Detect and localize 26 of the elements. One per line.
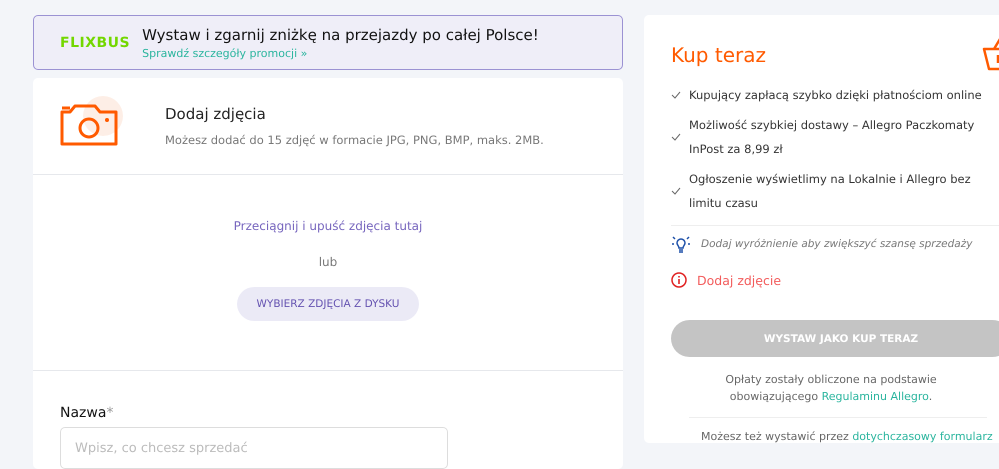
or-text: lub xyxy=(318,255,338,269)
fees-note: Opłaty zostały obliczone na podstawie obowiązującego Regulaminu Allegro. xyxy=(724,372,938,406)
alert-icon xyxy=(671,272,687,288)
old-form-link[interactable]: dotychczasowy formularz xyxy=(852,430,993,443)
choose-files-button[interactable]: WYBIERZ ZDJĘCIA Z DYSKU xyxy=(236,287,420,321)
tip-text: Dodaj wyróżnienie aby zwiększyć szansę sprzedaży xyxy=(701,238,972,250)
photos-title: Dodaj zdjęcia xyxy=(165,105,267,123)
benefit-text: Ogłoszenie wyświetlimy na Lokalnie i Allegro bez limitu czasu xyxy=(689,171,972,212)
name-input[interactable]: Wpisz, co chcesz sprzedać xyxy=(60,427,448,469)
error-text: Dodaj zdjęcie xyxy=(697,272,782,288)
check-icon xyxy=(671,91,681,99)
alt-form-note: Możesz też wystawić przez dotychczasowy formularz xyxy=(701,430,994,443)
photos-subtitle: Możesz dodać do 15 zdjęć w formacie JPG, PNG, BMP, maks. 2MB. xyxy=(165,133,544,147)
name-label: Nazwa* xyxy=(60,405,114,421)
terms-link[interactable]: Regulaminu Allegro xyxy=(822,390,929,404)
benefit-text: Możliwość szybkiej dostawy – Allegro Paczkomaty InPost za 8,99 zł xyxy=(689,117,976,158)
check-icon xyxy=(671,187,681,195)
drop-hint: Przeciągnij i upuść zdjęcia tutaj xyxy=(234,219,422,233)
promo-title: Wystaw i zgarnij zniżkę na przejazdy po całej Polsce! xyxy=(142,26,539,44)
flixbus-logo: FLIXBUS xyxy=(60,34,130,50)
drop-zone[interactable]: Przeciągnij i upuść zdjęcia tutaj lub WYBIERZ ZDJĘCIA Z DYSKU xyxy=(33,175,623,371)
check-icon xyxy=(671,133,681,141)
lightbulb-icon xyxy=(671,234,691,254)
benefit-text: Kupujący zapłacą szybko dzięki płatnościom online xyxy=(689,87,983,104)
promo-link[interactable]: Sprawdź szczegóły promocji » xyxy=(142,46,539,60)
buy-now-title: Kup teraz xyxy=(671,43,766,67)
